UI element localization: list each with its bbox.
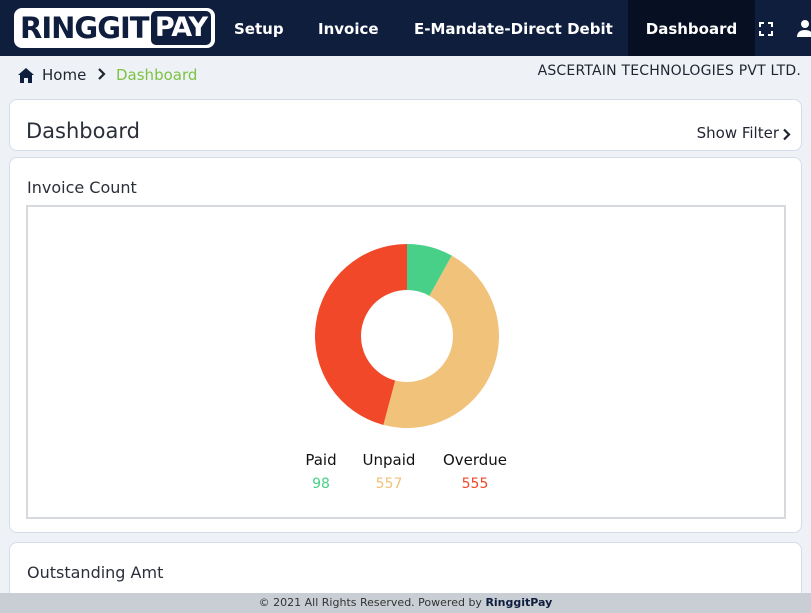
top-nav: RINGGIT PAY Setup Invoice E-Mandate-Dire… bbox=[0, 0, 811, 56]
fullscreen-icon[interactable] bbox=[759, 22, 773, 36]
logo-text-right: PAY bbox=[151, 11, 211, 45]
outstanding-amt-title: Outstanding Amt bbox=[27, 563, 164, 582]
show-filter-button[interactable]: Show Filter bbox=[697, 124, 779, 142]
legend-unpaid: Unpaid 557 bbox=[359, 451, 419, 492]
dashboard-header-card: Dashboard Show Filter bbox=[9, 99, 802, 151]
nav-e-mandate-direct-debit[interactable]: E-Mandate-Direct Debit bbox=[414, 0, 613, 56]
nav-setup[interactable]: Setup bbox=[234, 0, 284, 56]
legend-value-unpaid: 557 bbox=[375, 476, 403, 492]
breadcrumb-dashboard: Dashboard bbox=[116, 66, 198, 84]
legend-label-unpaid: Unpaid bbox=[362, 451, 416, 469]
legend-paid: Paid 98 bbox=[301, 451, 341, 492]
home-icon[interactable] bbox=[18, 68, 34, 83]
legend-overdue: Overdue 555 bbox=[440, 451, 510, 492]
footer-text: © 2021 All Rights Reserved. Powered by bbox=[258, 596, 486, 609]
invoice-count-card: Invoice Count Paid 98 Unpaid 557 Overdue… bbox=[9, 157, 802, 533]
legend-label-overdue: Overdue bbox=[442, 451, 508, 469]
logo-text-left: RINGGIT bbox=[20, 11, 150, 45]
nav-dashboard[interactable]: Dashboard bbox=[628, 0, 755, 56]
invoice-donut-chart bbox=[315, 244, 499, 428]
legend-value-paid: 98 bbox=[312, 476, 330, 492]
user-icon[interactable] bbox=[797, 19, 811, 37]
invoice-count-chart: Paid 98 Unpaid 557 Overdue 555 bbox=[26, 205, 786, 519]
nav-invoice[interactable]: Invoice bbox=[318, 0, 379, 56]
footer-brand-link[interactable]: RinggitPay bbox=[485, 596, 552, 609]
footer: © 2021 All Rights Reserved. Powered by R… bbox=[0, 593, 811, 613]
invoice-count-title: Invoice Count bbox=[27, 178, 137, 197]
legend-label-paid: Paid bbox=[305, 451, 337, 469]
chevron-right-icon bbox=[98, 68, 106, 80]
legend-value-overdue: 555 bbox=[461, 476, 489, 492]
chevron-right-icon[interactable] bbox=[782, 128, 791, 141]
company-name: ASCERTAIN TECHNOLOGIES PVT LTD. bbox=[537, 63, 801, 79]
breadcrumb-home[interactable]: Home bbox=[42, 66, 86, 84]
page-title: Dashboard bbox=[26, 119, 140, 143]
ringgitpay-logo[interactable]: RINGGIT PAY bbox=[14, 8, 215, 48]
